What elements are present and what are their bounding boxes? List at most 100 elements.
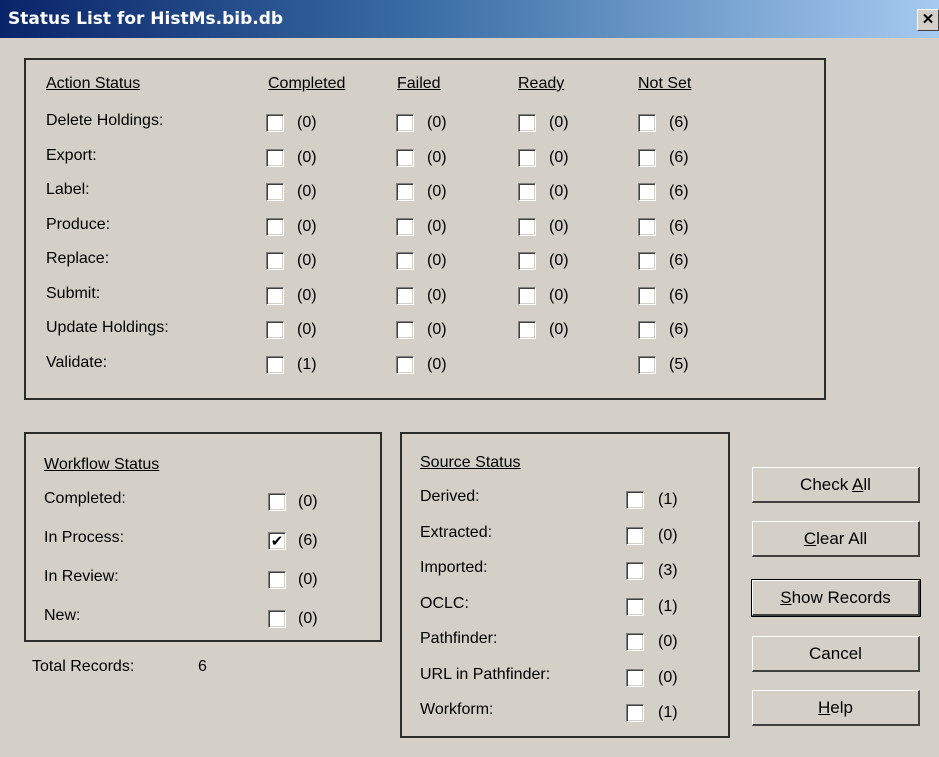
checkbox-source-oclc[interactable] <box>626 597 644 616</box>
checkbox-replace-failed[interactable] <box>396 252 414 270</box>
count-source-derived: (1) <box>658 491 678 508</box>
source-label-extracted: Extracted: <box>420 523 493 541</box>
checkbox-label-failed[interactable] <box>396 183 414 201</box>
checkbox-delete-holdings-ready[interactable] <box>518 114 536 132</box>
count-validate-failed: (0) <box>427 355 447 373</box>
checkbox-delete-holdings-not-set[interactable] <box>638 114 656 132</box>
count-produce-failed: (0) <box>427 217 447 235</box>
checkbox-source-derived[interactable] <box>626 491 644 509</box>
clear-all-hotkey: C <box>803 529 817 548</box>
workflow-status-group: Workflow Status Completed: (0) In Process:… <box>24 432 382 642</box>
check-all-label-rest: ll <box>863 475 871 494</box>
count-export-not-set: (6) <box>669 148 689 166</box>
checkbox-workflow-in-review[interactable] <box>268 571 286 589</box>
help-button[interactable]: Help <box>752 690 920 726</box>
checkbox-source-extracted[interactable] <box>626 526 644 545</box>
title-bar: Status List for HistMs.bib.db ✕ <box>0 0 939 38</box>
action-label-produce: Produce: <box>46 215 111 233</box>
close-icon: ✕ <box>921 11 935 28</box>
clear-all-button[interactable]: Clear All <box>752 521 920 557</box>
source-label-workform: Workform: <box>420 701 494 718</box>
total-records-label: Total Records: <box>32 658 135 675</box>
checkbox-produce-failed[interactable] <box>396 217 414 236</box>
count-submit-completed: (0) <box>297 286 317 304</box>
source-status-group: Source Status Derived: (1) Extracted: (0) Im… <box>400 432 730 738</box>
checkbox-update-holdings-completed[interactable] <box>266 321 284 339</box>
checkbox-workflow-new[interactable] <box>268 610 286 628</box>
count-validate-completed: (1) <box>297 355 317 373</box>
column-ready: Ready <box>518 75 565 92</box>
count-delete-holdings-ready: (0) <box>549 114 569 131</box>
source-label-pathfinder: Pathfinder: <box>420 630 498 647</box>
checkbox-produce-ready[interactable] <box>518 217 536 236</box>
cancel-label: Cancel <box>809 644 862 663</box>
checkbox-delete-holdings-failed[interactable] <box>396 114 414 132</box>
close-button[interactable]: ✕ <box>917 9 939 31</box>
count-produce-ready: (0) <box>549 217 569 235</box>
total-records-value: 6 <box>198 658 207 675</box>
checkbox-export-not-set[interactable] <box>638 148 656 167</box>
checkbox-validate-failed[interactable] <box>396 355 414 374</box>
checkbox-validate-completed[interactable] <box>266 355 284 374</box>
checkbox-update-holdings-failed[interactable] <box>396 321 414 339</box>
check-all-hotkey: A <box>852 475 864 494</box>
column-not-set: Not Set <box>638 75 692 92</box>
checkbox-label-not-set[interactable] <box>638 183 656 201</box>
checkbox-update-holdings-not-set[interactable] <box>638 321 656 339</box>
count-workflow-new: (0) <box>298 610 318 627</box>
checkbox-label-completed[interactable] <box>266 183 284 201</box>
checkbox-export-completed[interactable] <box>266 148 284 167</box>
check-all-label: Check <box>800 475 853 494</box>
check-all-button[interactable]: Check All <box>752 467 920 503</box>
checkbox-submit-ready[interactable] <box>518 286 536 305</box>
checkbox-workflow-completed[interactable] <box>268 493 286 511</box>
checkbox-replace-ready[interactable] <box>518 252 536 270</box>
count-workflow-completed: (0) <box>298 493 318 510</box>
count-source-workform: (1) <box>658 704 678 721</box>
count-source-extracted: (0) <box>658 526 678 544</box>
checkbox-export-ready[interactable] <box>518 148 536 167</box>
workflow-status-header: Workflow Status <box>44 456 160 473</box>
help-hotkey: H <box>818 698 831 717</box>
checkbox-source-url-in-pathfinder[interactable] <box>626 668 644 687</box>
source-label-url-in-pathfinder: URL in Pathfinder: <box>420 665 551 683</box>
checkbox-update-holdings-ready[interactable] <box>518 321 536 339</box>
checkbox-produce-completed[interactable] <box>266 217 284 236</box>
count-update-holdings-not-set: (6) <box>669 321 689 338</box>
checkbox-produce-not-set[interactable] <box>638 217 656 236</box>
checkbox-submit-not-set[interactable] <box>638 286 656 305</box>
action-label-replace: Replace: <box>46 250 110 267</box>
checkbox-replace-not-set[interactable] <box>638 252 656 270</box>
checkbox-label-ready[interactable] <box>518 183 536 201</box>
action-label-validate: Validate: <box>46 353 108 371</box>
count-export-ready: (0) <box>549 148 569 166</box>
action-label-submit: Submit: <box>46 284 101 302</box>
checkbox-source-pathfinder[interactable] <box>626 633 644 651</box>
count-source-oclc: (1) <box>658 597 678 615</box>
count-delete-holdings-not-set: (6) <box>669 114 689 131</box>
workflow-label-in-review: In Review: <box>44 568 119 585</box>
checkbox-submit-completed[interactable] <box>266 286 284 305</box>
show-records-button[interactable]: Show Records <box>751 579 921 617</box>
count-source-imported: (3) <box>658 562 678 579</box>
checkbox-replace-completed[interactable] <box>266 252 284 270</box>
checkbox-delete-holdings-completed[interactable] <box>266 114 284 132</box>
count-update-holdings-completed: (0) <box>297 321 317 338</box>
count-submit-failed: (0) <box>427 286 447 304</box>
count-replace-ready: (0) <box>549 252 569 269</box>
checkbox-source-imported[interactable] <box>626 562 644 580</box>
count-label-ready: (0) <box>549 183 569 200</box>
checkbox-source-workform[interactable] <box>626 704 644 722</box>
show-records-label-rest: how Records <box>791 588 891 607</box>
checkbox-submit-failed[interactable] <box>396 286 414 305</box>
count-produce-completed: (0) <box>297 217 317 235</box>
action-label-label: Label: <box>46 181 90 198</box>
checkbox-workflow-in-process[interactable]: ✔ <box>268 532 286 550</box>
count-produce-not-set: (6) <box>669 217 689 235</box>
checkbox-export-failed[interactable] <box>396 148 414 167</box>
action-status-group: Action Status Completed Failed Ready Not… <box>24 58 826 400</box>
checkbox-validate-not-set[interactable] <box>638 355 656 374</box>
count-validate-not-set: (5) <box>669 355 689 373</box>
cancel-button[interactable]: Cancel <box>752 636 920 672</box>
source-status-header: Source Status <box>420 454 521 471</box>
